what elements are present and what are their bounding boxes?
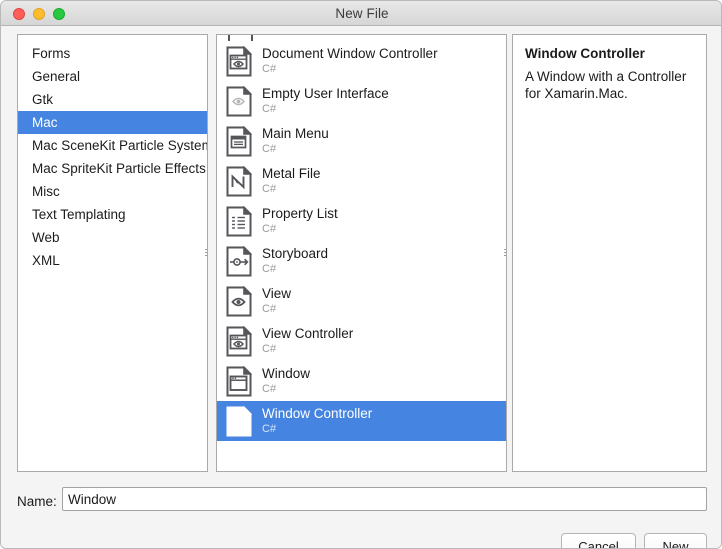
template-item-language: C# — [262, 262, 277, 275]
category-item[interactable]: General — [18, 65, 207, 88]
template-item[interactable]: Property List C# — [217, 201, 506, 241]
template-item-name: Window — [262, 366, 311, 382]
category-item-label: Web — [32, 230, 60, 245]
template-item[interactable]: Main Menu C# — [217, 121, 506, 161]
description-panel: Window Controller A Window with a Contro… — [512, 34, 707, 472]
window-icon — [226, 365, 252, 397]
description-body: A Window with a Controller for Xamarin.M… — [525, 69, 687, 101]
template-item-language: C# — [262, 382, 277, 395]
template-item-name: Document Window Controller — [262, 46, 438, 62]
template-item[interactable]: Window C# — [217, 361, 506, 401]
template-list[interactable]: Document Window Controller C# Empty User I… — [217, 35, 506, 441]
template-item[interactable]: Storyboard C# — [217, 241, 506, 281]
window-title: New File — [335, 6, 389, 21]
category-item-label: XML — [32, 253, 60, 268]
template-item-language: C# — [262, 102, 277, 115]
category-item[interactable]: Mac — [18, 111, 207, 134]
category-item[interactable]: Text Templating — [18, 203, 207, 226]
template-item[interactable]: View Controller C# — [217, 321, 506, 361]
storyboard-icon — [226, 245, 252, 277]
template-item-language: C# — [262, 222, 277, 235]
category-item[interactable]: Web — [18, 226, 207, 249]
cancel-button[interactable]: Cancel — [561, 533, 636, 548]
template-panel-resize-grip[interactable] — [504, 249, 506, 258]
template-item-name: Storyboard — [262, 246, 329, 262]
category-item-label: Misc — [32, 184, 60, 199]
category-item-label: General — [32, 69, 81, 84]
new-file-dialog: New File Forms General Gtk Mac Mac SceneKit … — [0, 0, 722, 549]
property-list-icon — [226, 205, 252, 237]
name-input[interactable] — [62, 487, 707, 511]
category-item[interactable]: XML — [18, 249, 207, 272]
template-item-name: Window Controller — [262, 406, 373, 422]
category-item-label: Text Templating — [32, 207, 126, 222]
category-item[interactable]: Mac SpriteKit Particle Effects — [18, 157, 207, 180]
dialog-content: Forms General Gtk Mac Mac SceneKit Particle … — [1, 26, 721, 548]
category-item-label: Gtk — [32, 92, 54, 107]
template-item-language: C# — [262, 62, 277, 75]
empty-user-interface-icon — [226, 85, 252, 117]
name-field-label: Name: — [17, 494, 57, 509]
panel-resize-grip[interactable] — [205, 249, 207, 258]
category-item[interactable]: Mac SceneKit Particle Systems — [18, 134, 207, 157]
window-controller-icon — [226, 405, 252, 437]
template-item-language: C# — [262, 422, 277, 435]
template-item[interactable]: Empty User Interface C# — [217, 81, 506, 121]
window-titlebar: New File — [1, 1, 721, 26]
template-item-language: C# — [262, 182, 277, 195]
template-item-language: C# — [262, 142, 277, 155]
template-item-name: View — [262, 286, 292, 302]
template-item[interactable]: Metal File C# — [217, 161, 506, 201]
template-item-name: Property List — [262, 206, 338, 222]
category-item[interactable]: Gtk — [18, 88, 207, 111]
template-list-scroll-area[interactable]: Document Window Controller C# Empty User I… — [217, 35, 506, 471]
template-item-language: C# — [262, 302, 277, 315]
template-item-name: Empty User Interface — [262, 86, 389, 102]
main-menu-icon — [226, 125, 252, 157]
category-item[interactable]: Forms — [18, 42, 207, 65]
category-item-label: Mac SpriteKit Particle Effects — [32, 161, 206, 176]
category-item-label: Forms — [32, 46, 71, 61]
new-button[interactable]: New — [644, 533, 707, 548]
template-list-panel[interactable]: Document Window Controller C# Empty User I… — [216, 34, 507, 472]
template-item-name: Main Menu — [262, 126, 329, 142]
category-item[interactable]: Misc — [18, 180, 207, 203]
category-list-panel[interactable]: Forms General Gtk Mac Mac SceneKit Particle … — [17, 34, 208, 472]
template-item-language: C# — [262, 342, 277, 355]
metal-file-icon — [226, 165, 252, 197]
template-item[interactable]: View C# — [217, 281, 506, 321]
document-window-controller-icon — [226, 45, 252, 77]
view-icon — [226, 285, 252, 317]
template-item[interactable]: Window Controller C# — [217, 401, 506, 441]
description-title: Window Controller — [525, 46, 645, 61]
category-list[interactable]: Forms General Gtk Mac Mac SceneKit Particle … — [18, 35, 207, 272]
template-item[interactable]: Document Window Controller C# — [217, 41, 506, 81]
category-item-label: Mac — [32, 115, 58, 130]
template-item-name: View Controller — [262, 326, 354, 342]
template-item-name: Metal File — [262, 166, 321, 182]
view-controller-icon — [226, 325, 252, 357]
category-item-label: Mac SceneKit Particle Systems — [32, 138, 207, 153]
